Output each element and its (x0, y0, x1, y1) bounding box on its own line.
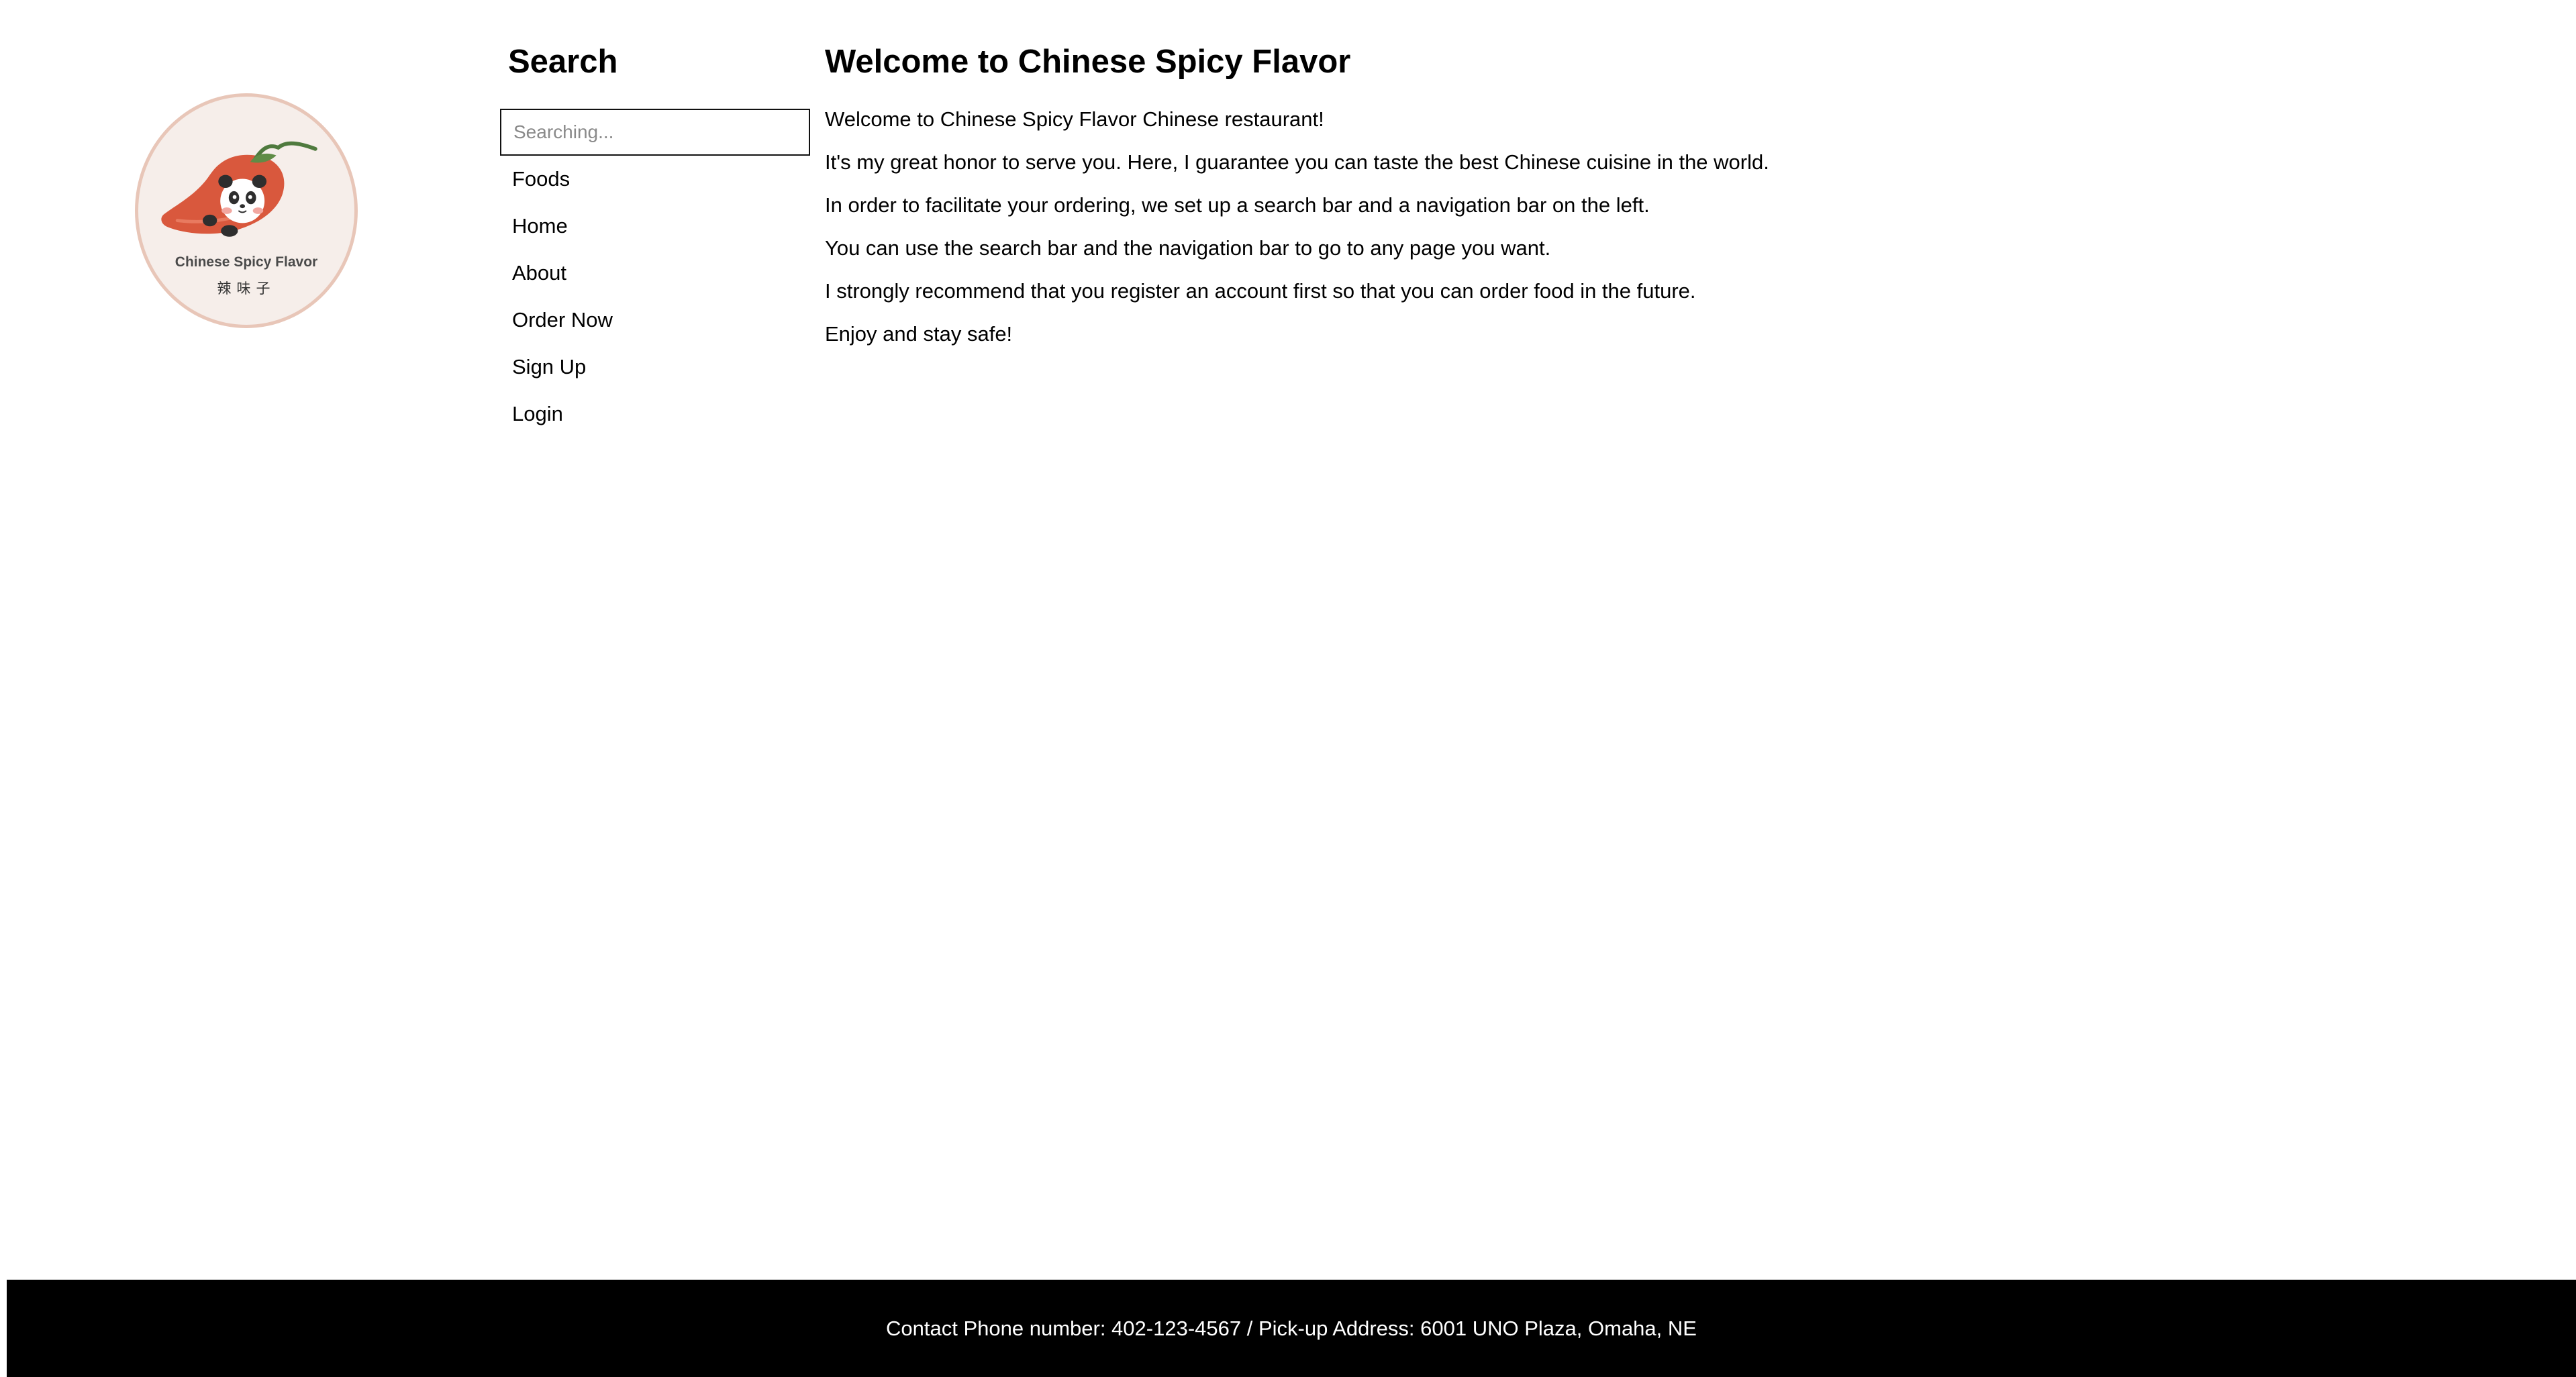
nav-list-item: Order Now (500, 297, 810, 344)
footer: Contact Phone number: 402-123-4567 / Pic… (7, 1280, 2576, 1377)
nav-item-home[interactable]: Home (500, 203, 810, 250)
nav-list-item: Foods (500, 156, 810, 203)
nav-item-about[interactable]: About (500, 250, 810, 297)
welcome-paragraph: You can use the search bar and the navig… (825, 236, 1551, 260)
navigation-bar: Foods Home About Order Now Sign Up Login (500, 156, 810, 438)
logo-name-text: Chinese Spicy Flavor (175, 254, 318, 270)
nav-list-item: About (500, 250, 810, 297)
logo-chinese-name-text: 辣味子 (217, 280, 276, 297)
nav-list-item: Sign Up (500, 344, 810, 391)
nav-list-item: Home (500, 203, 810, 250)
search-input[interactable] (500, 109, 810, 156)
nav-item-sign-up[interactable]: Sign Up (500, 344, 810, 391)
welcome-paragraph: Enjoy and stay safe! (825, 322, 1013, 346)
welcome-text: Welcome to Chinese Spicy Flavor Chinese … (825, 105, 1769, 362)
footer-contact-text: Contact Phone number: 402-123-4567 / Pic… (886, 1317, 1697, 1340)
welcome-paragraph: I strongly recommend that you register a… (825, 279, 1696, 303)
nav-item-login[interactable]: Login (500, 391, 810, 438)
welcome-paragraph: It's my great honor to serve you. Here, … (825, 150, 1769, 174)
welcome-paragraph: In order to facilitate your ordering, we… (825, 193, 1650, 217)
welcome-paragraph: Welcome to Chinese Spicy Flavor Chinese … (825, 107, 1324, 131)
search-heading: Search (508, 44, 618, 80)
nav-item-foods[interactable]: Foods (500, 156, 810, 203)
restaurant-logo[interactable]: Chinese Spicy Flavor 辣味子 (135, 93, 358, 328)
page: Chinese Spicy Flavor 辣味子 Search Foods Ho… (0, 0, 2576, 1377)
page-title: Welcome to Chinese Spicy Flavor (825, 44, 1351, 80)
nav-item-order-now[interactable]: Order Now (500, 297, 810, 344)
nav-list-item: Login (500, 391, 810, 438)
